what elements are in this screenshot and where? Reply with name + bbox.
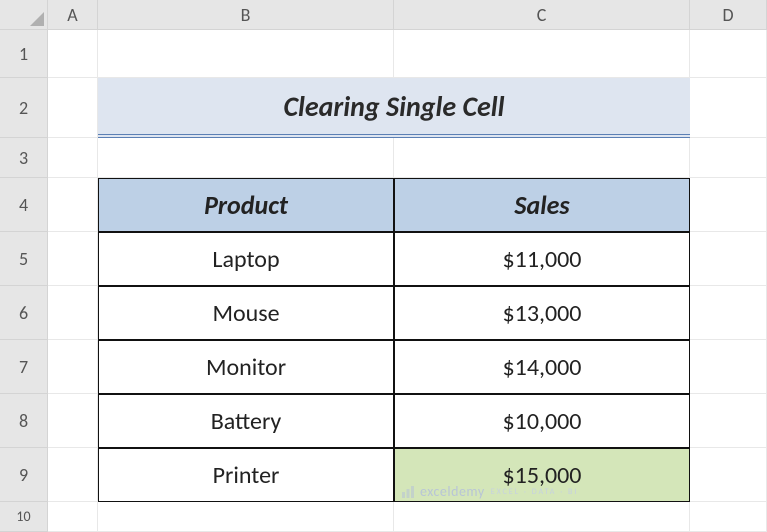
title-merged-cell[interactable]: Clearing Single Cell <box>98 78 690 138</box>
cell-A5[interactable] <box>48 232 98 286</box>
table-cell-product[interactable]: Monitor <box>98 340 394 394</box>
cell-D4[interactable] <box>690 178 767 232</box>
select-all-corner[interactable] <box>0 0 48 30</box>
cell-A4[interactable] <box>48 178 98 232</box>
table-cell-product[interactable]: Battery <box>98 394 394 448</box>
cell-B3[interactable] <box>98 138 394 178</box>
col-header-D[interactable]: D <box>690 0 767 30</box>
table-cell-sales[interactable]: $11,000 <box>394 232 690 286</box>
cell-D2[interactable] <box>690 78 767 138</box>
cell-C3[interactable] <box>394 138 690 178</box>
cell-D5[interactable] <box>690 232 767 286</box>
page-title: Clearing Single Cell <box>98 78 690 138</box>
cell-A6[interactable] <box>48 286 98 340</box>
watermark-brand: exceldemy <box>420 483 485 500</box>
cell-D10[interactable] <box>690 502 767 532</box>
cell-D6[interactable] <box>690 286 767 340</box>
table-header-product[interactable]: Product <box>98 178 394 232</box>
col-header-C[interactable]: C <box>394 0 690 30</box>
row-header-9[interactable]: 9 <box>0 448 48 502</box>
table-cell-sales[interactable]: $10,000 <box>394 394 690 448</box>
row-header-7[interactable]: 7 <box>0 340 48 394</box>
row-header-2[interactable]: 2 <box>0 78 48 138</box>
cell-B10[interactable] <box>98 502 394 532</box>
cell-D9[interactable] <box>690 448 767 502</box>
spreadsheet-grid[interactable]: A B C D 1 2 Clearing Single Cell 3 4 Pro… <box>0 0 767 532</box>
cell-A1[interactable] <box>48 30 98 78</box>
cell-D3[interactable] <box>690 138 767 178</box>
cell-D8[interactable] <box>690 394 767 448</box>
table-cell-product[interactable]: Mouse <box>98 286 394 340</box>
row-header-5[interactable]: 5 <box>0 232 48 286</box>
row-header-3[interactable]: 3 <box>0 138 48 178</box>
row-header-1[interactable]: 1 <box>0 30 48 78</box>
cell-D7[interactable] <box>690 340 767 394</box>
cell-C1[interactable] <box>394 30 690 78</box>
cell-A9[interactable] <box>48 448 98 502</box>
table-cell-product[interactable]: Printer <box>98 448 394 502</box>
cell-D1[interactable] <box>690 30 767 78</box>
row-header-8[interactable]: 8 <box>0 394 48 448</box>
row-header-10[interactable]: 10 <box>0 502 48 532</box>
cell-A3[interactable] <box>48 138 98 178</box>
cell-A2[interactable] <box>48 78 98 138</box>
table-cell-sales[interactable]: $14,000 <box>394 340 690 394</box>
watermark: exceldemy EXCEL · DATA · BI <box>400 483 578 500</box>
table-cell-sales[interactable]: $13,000 <box>394 286 690 340</box>
col-header-B[interactable]: B <box>98 0 394 30</box>
cell-A7[interactable] <box>48 340 98 394</box>
row-header-6[interactable]: 6 <box>0 286 48 340</box>
table-header-sales[interactable]: Sales <box>394 178 690 232</box>
cell-B1[interactable] <box>98 30 394 78</box>
chart-icon <box>400 484 416 500</box>
watermark-tag: EXCEL · DATA · BI <box>491 487 579 497</box>
table-cell-product[interactable]: Laptop <box>98 232 394 286</box>
row-header-4[interactable]: 4 <box>0 178 48 232</box>
cell-C10[interactable] <box>394 502 690 532</box>
cell-A8[interactable] <box>48 394 98 448</box>
col-header-A[interactable]: A <box>48 0 98 30</box>
cell-A10[interactable] <box>48 502 98 532</box>
